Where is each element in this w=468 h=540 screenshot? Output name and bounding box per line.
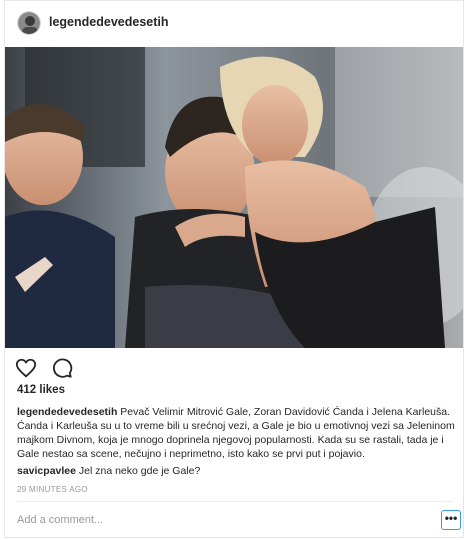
caption-username[interactable]: legendedevedesetih bbox=[17, 406, 117, 418]
post-actions bbox=[15, 357, 73, 379]
instagram-post-card: legendedevedesetih 412 likes legendedeve… bbox=[4, 0, 464, 538]
more-options-button[interactable]: ••• bbox=[441, 510, 461, 530]
comment-item: savicpavlee Jel zna neko gde je Gale? bbox=[17, 464, 200, 478]
likes-count[interactable]: 412 likes bbox=[17, 384, 65, 396]
heart-icon[interactable] bbox=[15, 357, 37, 379]
divider bbox=[17, 501, 453, 502]
add-comment-input[interactable] bbox=[17, 507, 417, 533]
header-username[interactable]: legendedevedesetih bbox=[49, 15, 169, 29]
post-header: legendedevedesetih bbox=[5, 1, 463, 45]
post-photo[interactable] bbox=[5, 47, 463, 348]
post-timestamp[interactable]: 29 MINUTES AGO bbox=[17, 485, 88, 494]
comment-bubble-icon[interactable] bbox=[51, 357, 73, 379]
post-caption: legendedevedesetih Pevač Velimir Mitrovi… bbox=[17, 405, 457, 461]
comment-text: Jel zna neko gde je Gale? bbox=[78, 465, 201, 477]
comment-username[interactable]: savicpavlee bbox=[17, 465, 76, 477]
avatar[interactable] bbox=[17, 11, 41, 35]
more-options-label: ••• bbox=[444, 511, 458, 525]
